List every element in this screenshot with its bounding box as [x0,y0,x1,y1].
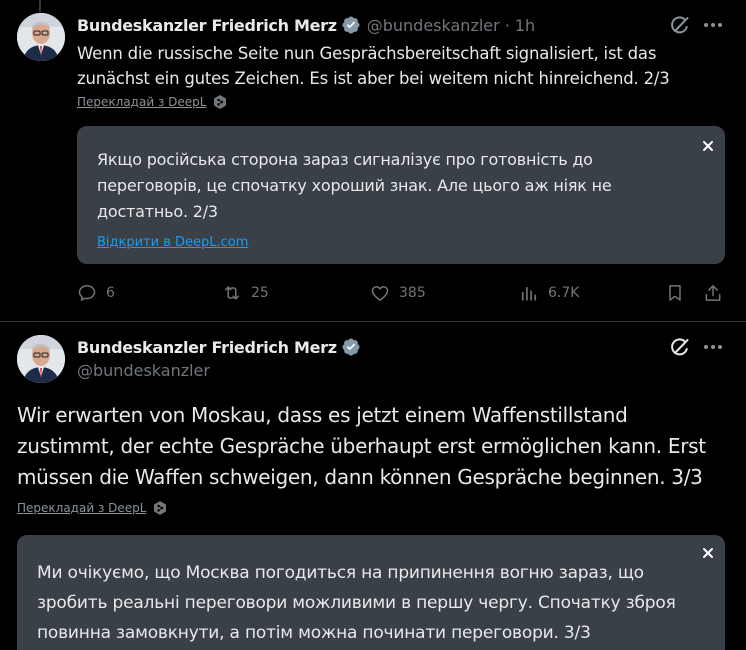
author-handle[interactable]: @bundeskanzler [367,16,500,35]
author-row: Bundeskanzler Friedrich Merz [77,335,361,359]
avatar[interactable] [17,335,65,383]
translation-box: Якщо російська сторона зараз сигналізує … [77,126,725,264]
close-icon[interactable] [701,138,715,152]
translation-box: Ми очікуємо, що Москва погодиться на при… [17,535,725,650]
repost-button[interactable]: 25 [222,280,269,306]
verified-badge-icon [341,337,361,357]
thread-connector-line [39,0,41,12]
verified-badge-icon [341,15,361,35]
grok-icon[interactable] [669,14,691,36]
translate-with-deepl-link[interactable]: Перекладай з DeepL [77,94,228,110]
more-icon[interactable] [702,14,724,36]
translation-text: Ми очікуємо, що Москва погодиться на при… [37,563,676,643]
deepl-icon [152,500,168,516]
grok-icon[interactable] [669,336,691,358]
translation-text: Якщо російська сторона зараз сигналізує … [97,150,612,221]
separator-dot: · [504,15,510,35]
open-in-deepl-link[interactable]: Відкрити в DeepL.com [97,235,248,250]
like-icon [371,286,389,301]
tweet-text: Wir erwarten von Moskau, dass es jetzt e… [17,403,706,489]
views-count: 6.7K [548,285,580,301]
author-handle[interactable]: @bundeskanzler [77,361,210,380]
close-icon[interactable] [701,545,715,559]
bookmark-button[interactable] [665,280,685,306]
reply-icon [78,285,96,301]
author-name[interactable]: Bundeskanzler Friedrich Merz [77,338,337,357]
timestamp[interactable]: 1h [515,16,535,35]
share-button[interactable] [703,280,723,306]
reply-button[interactable]: 6 [77,280,115,306]
author-name[interactable]: Bundeskanzler Friedrich Merz [77,16,337,35]
bookmark-icon [669,285,681,301]
tweet-actions: 6 25 385 6.7K [77,280,727,306]
repost-count: 25 [251,285,269,301]
reply-count: 6 [106,285,115,301]
author-row: Bundeskanzler Friedrich Merz @bundeskanz… [77,13,535,37]
like-button[interactable]: 385 [370,280,426,306]
share-icon [705,285,721,301]
more-icon[interactable] [702,336,724,358]
translate-label: Перекладай з DeepL [77,95,207,109]
avatar[interactable] [17,13,65,61]
tweet-text: Wenn die russische Seite nun Gesprächsbe… [77,44,670,88]
deepl-icon [212,94,228,110]
tweet-1[interactable]: Bundeskanzler Friedrich Merz @bundeskanz… [0,0,746,322]
repost-icon [225,286,239,300]
translate-label: Перекладай з DeepL [17,501,147,515]
like-count: 385 [399,285,426,301]
views-icon [521,287,537,301]
translate-with-deepl-link[interactable]: Перекладай з DeepL [17,500,168,516]
views-button[interactable]: 6.7K [519,280,579,306]
